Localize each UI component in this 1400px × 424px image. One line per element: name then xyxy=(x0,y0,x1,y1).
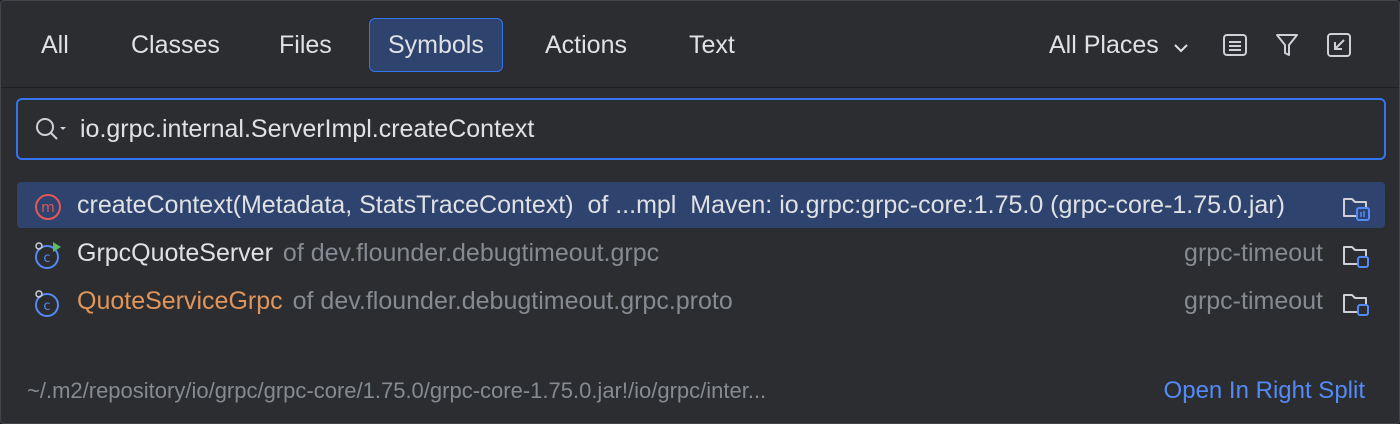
search-input[interactable]: io.grpc.internal.ServerImpl.createContex… xyxy=(80,100,534,158)
chevron-down-icon xyxy=(1172,19,1190,73)
collapse-icon[interactable] xyxy=(1325,31,1353,59)
result-text: createContext(Metadata, StatsTraceContex… xyxy=(77,182,1339,228)
result-row[interactable]: c GrpcQuoteServer of dev.flounder.debugti… xyxy=(17,230,1385,276)
file-path-hint: ~/.m2/repository/io/grpc/grpc-core/1.75.… xyxy=(27,378,767,403)
result-location: of dev.flounder.debugtimeout.grpc xyxy=(282,239,660,267)
search-everywhere-popup: All Classes Files Symbols Actions Text A… xyxy=(0,0,1400,424)
result-module: grpc-timeout xyxy=(1184,287,1323,315)
tab-all[interactable]: All xyxy=(23,18,87,72)
result-name: QuoteServiceGrpc xyxy=(77,287,283,315)
library-folder-icon xyxy=(1341,191,1371,221)
result-text: GrpcQuoteServer of dev.flounder.debugtime… xyxy=(77,230,659,276)
result-text: QuoteServiceGrpc of dev.flounder.debugtim… xyxy=(77,278,733,324)
runnable-class-icon: c xyxy=(33,239,63,269)
tab-text[interactable]: Text xyxy=(671,18,753,72)
search-field[interactable]: io.grpc.internal.ServerImpl.createContex… xyxy=(16,98,1386,160)
result-name: GrpcQuoteServer xyxy=(77,239,273,267)
tab-actions[interactable]: Actions xyxy=(527,18,645,72)
preview-icon[interactable] xyxy=(1221,31,1249,59)
svg-text:c: c xyxy=(43,299,50,314)
result-module: grpc-timeout xyxy=(1184,239,1323,267)
tab-symbols[interactable]: Symbols xyxy=(369,18,503,72)
result-row[interactable]: c QuoteServiceGrpc of dev.flounder.debugt… xyxy=(17,278,1385,324)
result-name: createContext(Metadata, StatsTraceContex… xyxy=(77,191,574,219)
scope-dropdown[interactable]: All Places xyxy=(1049,18,1190,72)
svg-text:c: c xyxy=(43,251,50,266)
result-row[interactable]: m createContext(Metadata, StatsTraceCont… xyxy=(17,182,1385,228)
search-icon[interactable] xyxy=(34,116,70,144)
tab-files[interactable]: Files xyxy=(261,18,350,72)
result-location: of ...mpl xyxy=(587,191,677,219)
open-in-right-split-link[interactable]: Open In Right Split xyxy=(1164,373,1365,409)
method-icon: m xyxy=(33,191,63,221)
scope-label: All Places xyxy=(1049,31,1159,59)
module-folder-icon xyxy=(1341,239,1371,268)
svg-text:m: m xyxy=(41,200,55,216)
class-icon: c xyxy=(33,287,63,317)
result-location: of dev.flounder.debugtimeout.grpc.proto xyxy=(292,287,733,315)
result-library: Maven: io.grpc:grpc-core:1.75.0 (grpc-co… xyxy=(690,191,1285,219)
tab-bar: All Classes Files Symbols Actions Text A… xyxy=(1,1,1399,88)
module-folder-icon xyxy=(1341,287,1371,316)
tab-classes[interactable]: Classes xyxy=(113,18,238,72)
filter-icon[interactable] xyxy=(1273,31,1301,59)
